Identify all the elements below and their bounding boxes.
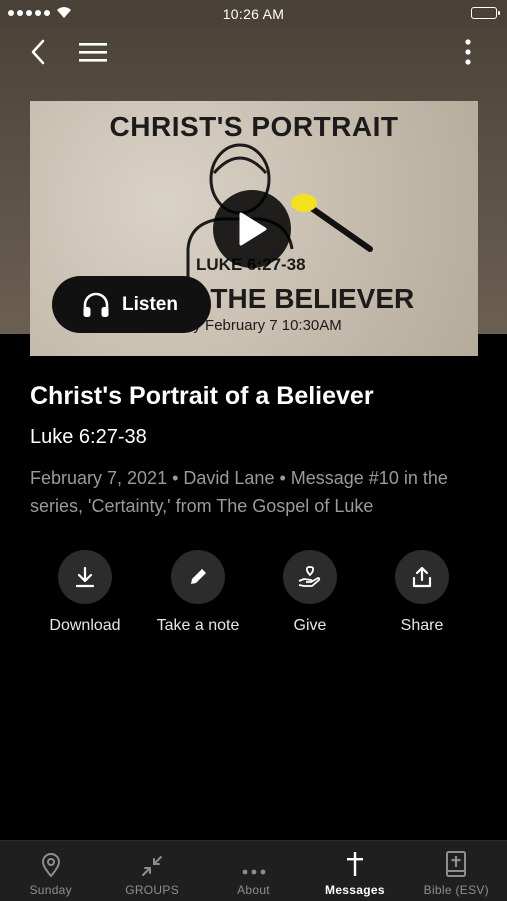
cross-icon	[346, 852, 363, 876]
location-pin-icon	[41, 853, 60, 877]
listen-label: Listen	[122, 293, 178, 315]
bible-icon	[446, 851, 467, 877]
paintbrush-tip	[291, 194, 317, 212]
tab-label: Sunday	[29, 883, 72, 897]
tab-label: About	[237, 883, 270, 897]
download-label: Download	[49, 617, 121, 634]
collapse-arrows-icon	[142, 856, 163, 876]
tab-messages[interactable]: Messages	[304, 841, 405, 901]
share-label: Share	[400, 617, 444, 634]
status-time: 10:26 AM	[222, 6, 285, 22]
back-button[interactable]	[20, 36, 56, 68]
message-title: Christ's Portrait of a Believer	[30, 382, 374, 410]
tab-about[interactable]: About	[203, 841, 304, 901]
chevron-left-icon	[31, 39, 45, 65]
give-label: Give	[293, 617, 327, 634]
take-note-button[interactable]: Take a note	[138, 550, 258, 635]
headphones-icon	[83, 292, 109, 317]
battery-icon	[471, 7, 500, 19]
download-icon	[75, 566, 95, 588]
menu-button[interactable]	[75, 36, 111, 68]
hamburger-menu-icon	[79, 43, 107, 62]
scripture-reference: Luke 6:27-38	[30, 426, 147, 448]
play-icon	[239, 212, 267, 246]
tab-label: GROUPS	[125, 883, 180, 897]
more-options-button[interactable]	[450, 36, 486, 68]
play-button[interactable]	[213, 190, 291, 268]
status-bar: 10:26 AM	[0, 0, 507, 28]
give-hand-heart-icon	[298, 566, 321, 587]
tab-bar: Sunday GROUPS About Messages Bible (ESV)	[0, 840, 507, 901]
message-meta: February 7, 2021 • David Lane • Message …	[30, 468, 448, 516]
vertical-dots-icon	[465, 39, 471, 65]
tab-label: Messages	[325, 883, 385, 897]
take-note-label: Take a note	[156, 617, 240, 634]
tab-bible[interactable]: Bible (ESV)	[406, 841, 507, 901]
listen-button[interactable]: Listen	[52, 276, 211, 333]
pencil-icon	[191, 569, 206, 584]
tab-label: Bible (ESV)	[423, 883, 489, 897]
give-button[interactable]: Give	[250, 550, 370, 635]
download-button[interactable]: Download	[25, 550, 145, 635]
more-dots-icon	[242, 869, 265, 875]
share-icon	[412, 566, 432, 588]
tab-sunday[interactable]: Sunday	[0, 841, 101, 901]
share-button[interactable]: Share	[362, 550, 482, 635]
tab-groups[interactable]: GROUPS	[101, 841, 202, 901]
